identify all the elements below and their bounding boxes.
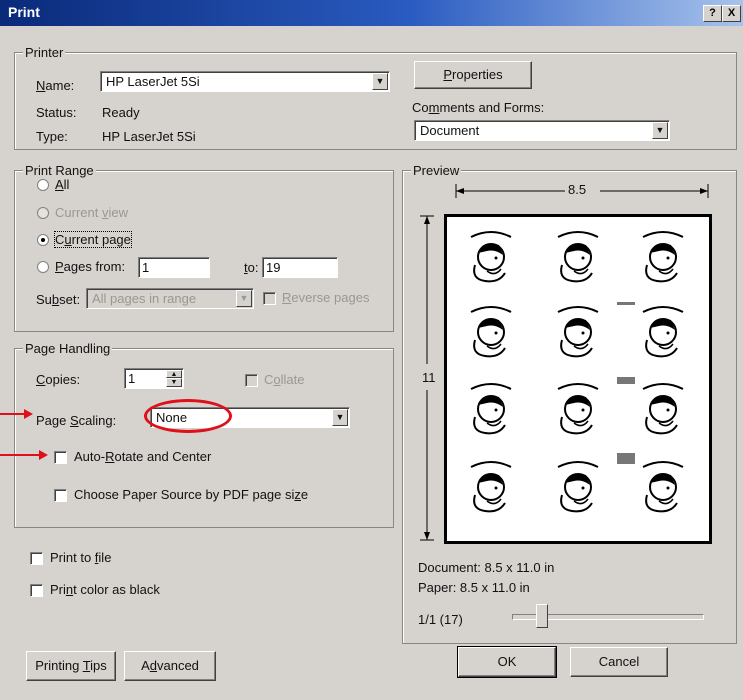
page-preview [444, 214, 712, 544]
height-dimension-label: 11 [422, 370, 436, 385]
cancel-button[interactable]: Cancel [570, 647, 668, 677]
copies-stepper[interactable]: 1 ▲ ▼ [124, 368, 184, 389]
chevron-down-icon[interactable]: ▼ [372, 73, 388, 90]
page-scaling-label: Page Scaling: [36, 413, 117, 428]
reverse-pages-checkbox [263, 292, 276, 305]
preview-sticker-1 [470, 231, 512, 283]
preview-sticker-4 [470, 306, 512, 358]
preview-sticker-11 [557, 461, 599, 513]
preview-sticker-3 [642, 231, 684, 283]
document-size: Document: 8.5 x 11.0 in [418, 560, 555, 575]
radio-pages-from[interactable] [37, 261, 49, 273]
radio-current-view-label: Current view [55, 205, 128, 220]
preview-sticker-6 [642, 306, 684, 358]
help-button[interactable]: ? [703, 5, 722, 22]
subset-value: All pages in range [92, 291, 197, 306]
collate-checkbox [245, 374, 258, 387]
pages-to-input[interactable]: 19 [262, 257, 338, 278]
chevron-down-icon: ▼ [236, 290, 252, 307]
status-value: Ready [102, 105, 140, 120]
window-title: Print [8, 4, 40, 20]
spin-up-icon[interactable]: ▲ [166, 370, 182, 378]
print-color-black-label: Print color as black [50, 582, 160, 597]
subset-label: Subset: [36, 292, 81, 307]
page-handling-label: Page Handling [23, 341, 113, 356]
preview-label: Preview [411, 163, 462, 178]
preview-sticker-7 [470, 383, 512, 435]
auto-rotate-checkbox[interactable] [54, 451, 67, 464]
copies-label: Copies: [36, 372, 81, 387]
annotation-arrow-scaling [0, 409, 33, 419]
printing-tips-button[interactable]: Printing Tips [26, 651, 116, 681]
copies-value: 1 [128, 371, 136, 386]
type-label: Type: [36, 129, 68, 144]
comments-forms-select[interactable]: Document ▼ [414, 120, 670, 141]
preview-sticker-10 [470, 461, 512, 513]
subset-select: All pages in range ▼ [86, 288, 254, 309]
printer-name-value: HP LaserJet 5Si [106, 74, 200, 89]
print-to-file-checkbox[interactable] [30, 552, 43, 565]
ok-label: OK [497, 654, 517, 669]
cancel-label: Cancel [598, 654, 640, 669]
preview-caption-3 [617, 453, 635, 464]
print-to-file-label: Print to file [50, 550, 112, 565]
radio-selected-dot [41, 238, 45, 242]
preview-sticker-2 [557, 231, 599, 283]
properties-button[interactable]: Properties [414, 61, 532, 89]
print-color-black-checkbox[interactable] [30, 584, 43, 597]
annotation-arrow-autorotate [0, 450, 48, 460]
type-value: HP LaserJet 5Si [102, 129, 196, 144]
print-dialog: Print ? X Printer Name: HP LaserJet 5Si … [0, 0, 743, 700]
page-slider-thumb[interactable] [536, 604, 548, 628]
printer-group-label: Printer [23, 45, 66, 60]
reverse-pages-label: Reverse pages [282, 290, 370, 305]
name-label: Name: [36, 78, 75, 93]
pages-to-value: 19 [266, 260, 281, 275]
choose-paper-label: Choose Paper Source by PDF page size [74, 487, 309, 502]
paper-size: Paper: 8.5 x 11.0 in [418, 580, 530, 595]
comments-label: Comments and Forms: [412, 100, 545, 115]
printer-name-select[interactable]: HP LaserJet 5Si ▼ [100, 71, 390, 92]
radio-current-page[interactable] [37, 234, 49, 246]
preview-thumbnails [470, 231, 684, 513]
radio-all-label: All [55, 177, 70, 192]
collate-label: Collate [264, 372, 305, 387]
to-label: to: [244, 260, 259, 275]
auto-rotate-label: Auto-Rotate and Center [74, 449, 212, 464]
spin-down-icon[interactable]: ▼ [166, 378, 182, 387]
preview-caption-1 [617, 302, 635, 305]
pages-from-value: 1 [142, 260, 150, 275]
preview-sticker-8 [557, 383, 599, 435]
ok-button[interactable]: OK [457, 646, 557, 678]
title-bar[interactable]: Print ? X [0, 0, 743, 26]
advanced-button[interactable]: Advanced [124, 651, 216, 681]
preview-sticker-9 [642, 383, 684, 435]
preview-sticker-12 [642, 461, 684, 513]
status-label: Status: [36, 105, 77, 120]
comments-value: Document [420, 123, 480, 138]
choose-paper-checkbox[interactable] [54, 489, 67, 502]
radio-all[interactable] [37, 179, 49, 191]
print-range-label: Print Range [23, 163, 96, 178]
preview-sticker-5 [557, 306, 599, 358]
close-button[interactable]: X [722, 5, 741, 22]
chevron-down-icon[interactable]: ▼ [332, 409, 348, 426]
radio-current-view [37, 207, 49, 219]
annotation-circle [144, 399, 232, 433]
chevron-down-icon[interactable]: ▼ [652, 122, 668, 139]
page-indicator: 1/1 (17) [418, 612, 463, 627]
width-dimension-label: 8.5 [568, 182, 587, 197]
pages-from-input[interactable]: 1 [138, 257, 210, 278]
preview-caption-2 [617, 377, 635, 384]
radio-pages-from-label: Pages from: [55, 259, 126, 274]
radio-current-page-label: Current page [54, 231, 132, 248]
